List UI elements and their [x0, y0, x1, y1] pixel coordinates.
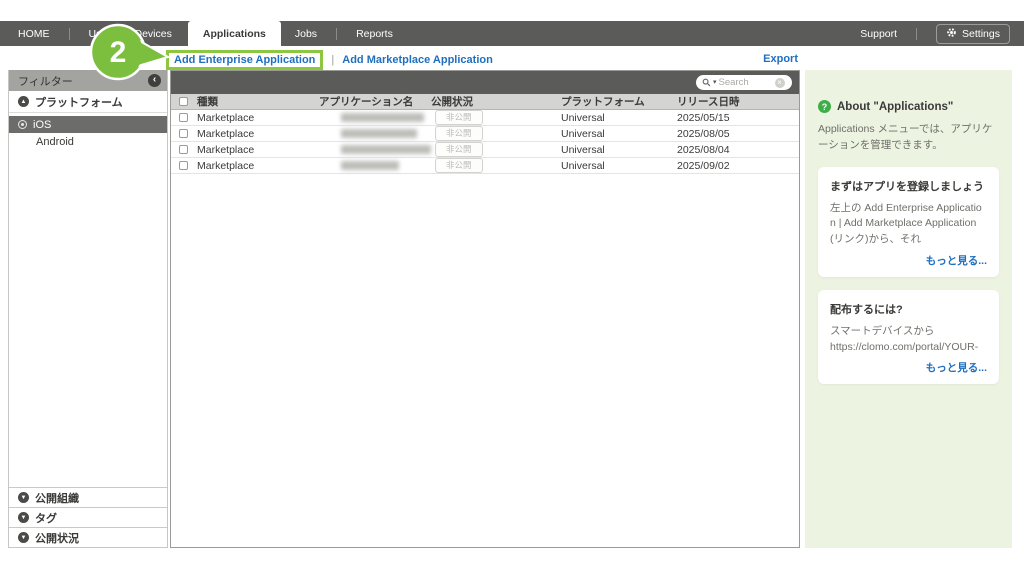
table-row[interactable]: Marketplace 非公開 Universal 2025/08/04 — [171, 142, 799, 158]
search-input[interactable] — [719, 77, 773, 88]
nav-support[interactable]: Support — [860, 28, 897, 40]
settings-label: Settings — [962, 28, 1000, 40]
help-panel-title: About "Applications" — [837, 101, 953, 113]
status-badge: 非公開 — [435, 126, 483, 140]
add-marketplace-application-link[interactable]: Add Marketplace Application — [342, 54, 493, 66]
redacted-app-name — [341, 145, 431, 154]
expand-down-icon: ▼ — [18, 532, 29, 543]
table-row[interactable]: Marketplace 非公開 Universal 2025/08/05 — [171, 126, 799, 142]
filter-section-platform[interactable]: ▲ プラットフォーム — [9, 91, 167, 113]
column-header-app-name[interactable]: アプリケーション名 — [319, 94, 431, 109]
radio-selected-icon — [18, 120, 27, 129]
row-checkbox[interactable] — [179, 145, 188, 154]
app-release-date: 2025/08/05 — [677, 128, 799, 140]
add-enterprise-application-link[interactable]: Add Enterprise Application — [174, 54, 315, 66]
filter-item-label: Android — [36, 136, 74, 148]
filter-item-ios[interactable]: iOS — [9, 116, 167, 133]
help-card-body: スマートデバイスから — [830, 324, 987, 340]
help-question-icon: ? — [818, 100, 831, 113]
filter-section-label: 公開状況 — [35, 530, 79, 546]
clomo-admin-screen: HOME Users/Organizations Devices Applica… — [0, 0, 1024, 576]
expand-down-icon: ▼ — [18, 512, 29, 523]
help-intro-text: Applications メニューでは、アプリケーションを管理できます。 — [818, 121, 999, 154]
filter-item-label: iOS — [33, 119, 51, 131]
column-header-type[interactable]: 種類 — [197, 94, 319, 109]
redacted-app-name — [341, 113, 424, 122]
app-platform: Universal — [561, 128, 677, 140]
help-card-body: 左上の Add Enterprise Application | Add Mar… — [830, 201, 987, 248]
add-enterprise-highlight-box: Add Enterprise Application — [166, 50, 323, 70]
see-more-link[interactable]: もっと見る... — [830, 253, 987, 268]
filter-item-android[interactable]: Android — [9, 133, 167, 150]
search-scope-caret-icon[interactable]: ▾ — [713, 79, 717, 86]
app-type: Marketplace — [197, 144, 319, 156]
search-clear-icon[interactable]: × — [775, 78, 785, 88]
help-card-title: まずはアプリを登録しましょう — [830, 178, 987, 194]
search-box[interactable]: ▾ × — [696, 75, 792, 90]
app-type: Marketplace — [197, 128, 319, 140]
filter-section-publish-status[interactable]: ▼ 公開状況 — [9, 527, 167, 547]
help-panel: ? About "Applications" Applications メニュー… — [805, 70, 1012, 548]
export-link[interactable]: Export — [763, 53, 798, 65]
filter-section-label: プラットフォーム — [35, 94, 123, 110]
nav-reports[interactable]: Reports — [356, 28, 393, 40]
column-header-platform[interactable]: プラットフォーム — [561, 94, 677, 109]
tab-applications[interactable]: Applications — [188, 21, 281, 46]
step-2-callout-badge: 2 — [86, 20, 178, 84]
app-platform: Universal — [561, 144, 677, 156]
app-release-date: 2025/08/04 — [677, 144, 799, 156]
nav-separator — [336, 28, 337, 40]
select-all-checkbox[interactable] — [179, 97, 188, 106]
nav-home[interactable]: HOME — [18, 28, 50, 40]
help-card-distribute: 配布するには? スマートデバイスから https://clomo.com/por… — [818, 290, 999, 385]
expand-down-icon: ▼ — [18, 492, 29, 503]
filter-section-label: 公開組織 — [35, 490, 79, 506]
nav-separator — [916, 28, 917, 40]
table-row[interactable]: Marketplace 非公開 Universal 2025/09/02 — [171, 158, 799, 174]
sidebar-spacer — [9, 150, 167, 487]
row-checkbox[interactable] — [179, 113, 188, 122]
column-header-publish-status[interactable]: 公開状況 — [431, 94, 561, 109]
row-checkbox[interactable] — [179, 129, 188, 138]
app-platform: Universal — [561, 160, 677, 172]
status-badge: 非公開 — [435, 158, 483, 172]
status-badge: 非公開 — [435, 142, 483, 156]
collapse-up-icon: ▲ — [18, 96, 29, 107]
redacted-app-name — [341, 129, 417, 138]
link-separator: | — [331, 54, 334, 66]
app-release-date: 2025/09/02 — [677, 160, 799, 172]
gear-icon — [946, 27, 957, 41]
settings-button[interactable]: Settings — [936, 24, 1010, 44]
app-type: Marketplace — [197, 160, 319, 172]
filter-section-label: タグ — [35, 510, 57, 526]
table-row[interactable]: Marketplace 非公開 Universal 2025/05/15 — [171, 110, 799, 126]
column-header-release-date[interactable]: リリース日時 — [677, 94, 799, 109]
see-more-link[interactable]: もっと見る... — [830, 360, 987, 375]
table-header-row: 種類 アプリケーション名 公開状況 プラットフォーム リリース日時 — [171, 94, 799, 110]
filter-section-publish-org[interactable]: ▼ 公開組織 — [9, 487, 167, 507]
applications-table-panel: ▾ × 種類 アプリケーション名 公開状況 プラットフォーム リリース日時 Ma… — [170, 70, 800, 548]
callout-step-number: 2 — [110, 36, 127, 69]
table-toolbar: ▾ × — [171, 71, 799, 94]
app-type: Marketplace — [197, 112, 319, 124]
nav-separator — [69, 28, 70, 40]
app-release-date: 2025/05/15 — [677, 112, 799, 124]
redacted-app-name — [341, 161, 399, 170]
action-links-bar: Add Enterprise Application | Add Marketp… — [166, 48, 493, 71]
app-platform: Universal — [561, 112, 677, 124]
help-card-register: まずはアプリを登録しましょう 左上の Add Enterprise Applic… — [818, 167, 999, 277]
nav-right-group: Support Settings — [860, 24, 1024, 44]
search-icon — [702, 74, 711, 92]
help-card-title: 配布するには? — [830, 301, 987, 317]
filter-section-tag[interactable]: ▼ タグ — [9, 507, 167, 527]
filter-sidebar: フィルター ‹ ▲ プラットフォーム iOS Android ▼ 公開組織 ▼ … — [8, 70, 168, 548]
row-checkbox[interactable] — [179, 161, 188, 170]
help-card-url: https://clomo.com/portal/YOUR- — [830, 340, 987, 356]
status-badge: 非公開 — [435, 110, 483, 124]
nav-jobs[interactable]: Jobs — [295, 28, 317, 40]
